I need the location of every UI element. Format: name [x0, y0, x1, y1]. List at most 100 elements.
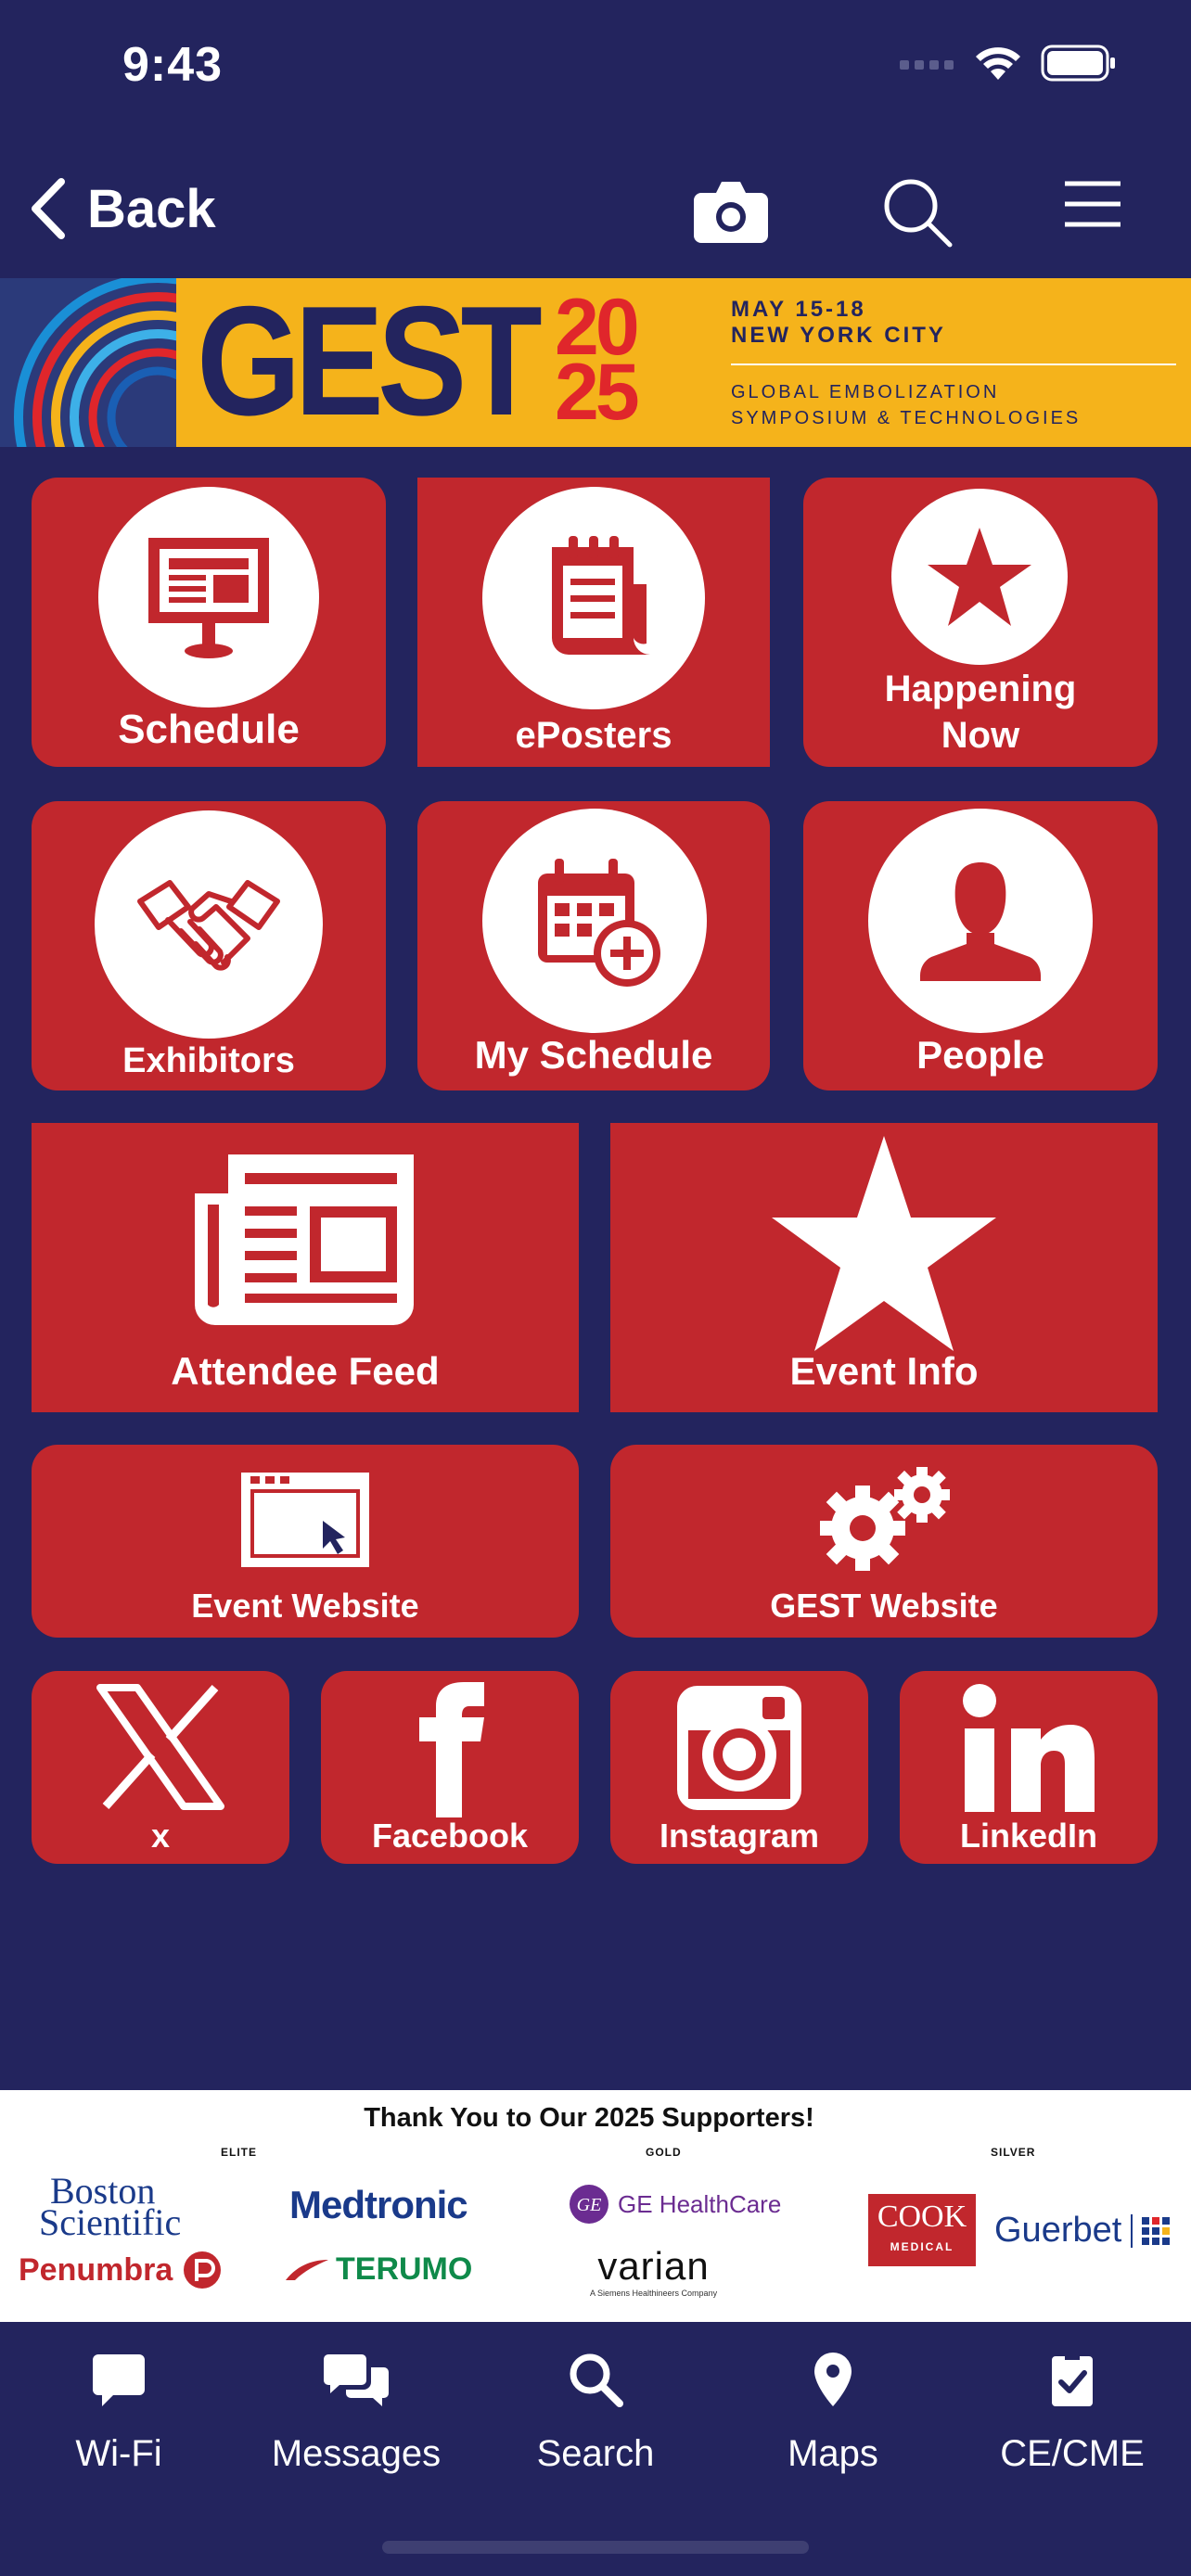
- boston-scientific-logo: Boston Scientific: [39, 2173, 182, 2243]
- search-icon[interactable]: [881, 176, 954, 249]
- linkedin-icon: [959, 1680, 1098, 1816]
- event-banner[interactable]: GEST 20 25 MAY 15-18 NEW YORK CITY GLOBA…: [0, 278, 1191, 447]
- status-bar: 9:43: [0, 0, 1191, 139]
- banner-swirl-graphic: [0, 278, 176, 447]
- tier-gold-label: GOLD: [646, 2146, 682, 2159]
- tile-schedule[interactable]: Schedule: [32, 478, 386, 767]
- tile-happening-now-label-2: Now: [941, 715, 1020, 756]
- cook-medical-logo: COOK MEDICAL: [868, 2194, 976, 2266]
- tile-event-info[interactable]: Event Info: [610, 1123, 1158, 1412]
- tab-wifi[interactable]: Wi-Fi: [7, 2342, 230, 2475]
- banner-subtitle-line1: GLOBAL EMBOLIZATION: [731, 382, 1000, 402]
- home-indicator[interactable]: [382, 2541, 809, 2554]
- search-icon: [570, 2353, 623, 2407]
- tile-gest-website-label: GEST Website: [770, 1587, 998, 1625]
- cellular-signal-icon: [900, 60, 954, 70]
- banner-year-bottom: 25: [555, 348, 640, 437]
- tile-happening-now[interactable]: Happening Now: [803, 478, 1158, 767]
- tab-messages[interactable]: Messages: [245, 2342, 467, 2475]
- tile-instagram[interactable]: Instagram: [610, 1671, 868, 1864]
- tab-bar: Wi-Fi Messages Search Maps CE/CME: [0, 2322, 1191, 2576]
- browser-window-icon: [237, 1469, 373, 1571]
- x-logo-icon: [95, 1682, 226, 1812]
- camera-icon[interactable]: [692, 176, 770, 245]
- presentation-board-icon: [98, 487, 319, 708]
- status-time: 9:43: [122, 38, 224, 92]
- guerbet-grid-icon: [1142, 2216, 1171, 2245]
- tab-cecme[interactable]: CE/CME: [961, 2342, 1184, 2475]
- tier-silver-label: SILVER: [991, 2146, 1036, 2159]
- banner-date: MAY 15-18: [731, 297, 866, 322]
- cook-logo-text: COOK: [877, 2200, 967, 2234]
- wifi-icon: [976, 47, 1020, 80]
- tab-wifi-label: Wi-Fi: [75, 2433, 162, 2474]
- battery-icon: [1041, 45, 1115, 82]
- newspaper-icon: [191, 1149, 419, 1331]
- tile-eposters[interactable]: ePosters: [417, 478, 770, 767]
- tier-elite-label: ELITE: [221, 2146, 258, 2159]
- back-button[interactable]: Back: [28, 176, 216, 241]
- clipboard-check-icon: [1052, 2353, 1093, 2406]
- varian-logo-text: varian: [597, 2244, 710, 2288]
- instagram-icon: [672, 1680, 807, 1816]
- ge-logo-text: GE HealthCare: [618, 2189, 782, 2218]
- tile-event-info-label: Event Info: [789, 1349, 979, 1393]
- tile-exhibitors-label: Exhibitors: [122, 1041, 295, 1080]
- terumo-logo: TERUMO: [284, 2251, 472, 2288]
- tab-maps[interactable]: Maps: [722, 2342, 944, 2475]
- tile-attendee-feed-label: Attendee Feed: [171, 1349, 440, 1393]
- facebook-icon: [414, 1682, 488, 1817]
- tile-attendee-feed[interactable]: Attendee Feed: [32, 1123, 579, 1412]
- tile-people[interactable]: People: [803, 801, 1158, 1090]
- banner-subtitle-line2: SYMPOSIUM & TECHNOLOGIES: [731, 408, 1082, 428]
- banner-gest-wordmark: GEST: [197, 278, 543, 447]
- tile-exhibitors[interactable]: Exhibitors: [32, 801, 386, 1090]
- tile-linkedin[interactable]: LinkedIn: [900, 1671, 1158, 1864]
- tile-eposters-label: ePosters: [515, 715, 672, 756]
- varian-logo-subtext: A Siemens Healthineers Company: [590, 2289, 718, 2298]
- gears-icon: [814, 1463, 954, 1575]
- tile-x-label: x: [150, 1817, 171, 1855]
- map-pin-icon: [814, 2353, 852, 2406]
- terumo-swoosh-icon: [286, 2259, 328, 2280]
- ge-monogram-icon: GE: [570, 2185, 608, 2224]
- notepad-icon: [482, 487, 705, 709]
- cook-logo-subtext: MEDICAL: [890, 2240, 954, 2253]
- tile-event-website-label: Event Website: [191, 1587, 419, 1625]
- banner-divider: [731, 363, 1176, 365]
- hamburger-menu-icon[interactable]: [1063, 176, 1122, 232]
- star-circle-icon: [891, 489, 1068, 665]
- tile-my-schedule[interactable]: My Schedule: [417, 801, 770, 1090]
- tile-x[interactable]: x: [32, 1671, 289, 1864]
- penumbra-logo-text: Penumbra: [19, 2251, 173, 2288]
- ge-healthcare-logo: GE GE HealthCare: [568, 2183, 781, 2225]
- tab-search[interactable]: Search: [484, 2342, 707, 2475]
- medtronic-logo: Medtronic: [289, 2183, 468, 2226]
- tab-cecme-label: CE/CME: [1000, 2433, 1145, 2474]
- status-icons: [900, 45, 1117, 82]
- person-silhouette-icon: [868, 809, 1093, 1033]
- guerbet-logo-text: Guerbet: [994, 2211, 1122, 2250]
- tile-instagram-label: Instagram: [659, 1817, 820, 1855]
- calendar-add-icon: [482, 809, 707, 1033]
- boston-logo-line2: Scientific: [39, 2201, 182, 2243]
- tile-facebook[interactable]: Facebook: [321, 1671, 579, 1864]
- banner-city: NEW YORK CITY: [731, 323, 946, 348]
- tile-schedule-label: Schedule: [118, 707, 300, 752]
- svg-text:GE: GE: [577, 2195, 602, 2215]
- star-icon: [768, 1132, 1000, 1355]
- penumbra-logo: Penumbra: [19, 2250, 223, 2290]
- tile-event-website[interactable]: Event Website: [32, 1445, 579, 1638]
- tab-messages-label: Messages: [271, 2433, 442, 2474]
- varian-logo: varian A Siemens Healthineers Company: [590, 2244, 717, 2298]
- sponsors-title: Thank You to Our 2025 Supporters!: [364, 2103, 814, 2133]
- tile-gest-website[interactable]: GEST Website: [610, 1445, 1158, 1638]
- terumo-logo-text: TERUMO: [336, 2251, 473, 2287]
- chat-bubble-icon: [93, 2354, 145, 2406]
- handshake-icon: [95, 810, 323, 1039]
- sponsors-banner[interactable]: Thank You to Our 2025 Supporters! ELITE …: [0, 2090, 1191, 2322]
- tab-search-label: Search: [536, 2433, 655, 2474]
- tile-linkedin-label: LinkedIn: [959, 1817, 1097, 1855]
- tile-my-schedule-label: My Schedule: [474, 1033, 713, 1077]
- nav-bar: Back: [0, 158, 1191, 278]
